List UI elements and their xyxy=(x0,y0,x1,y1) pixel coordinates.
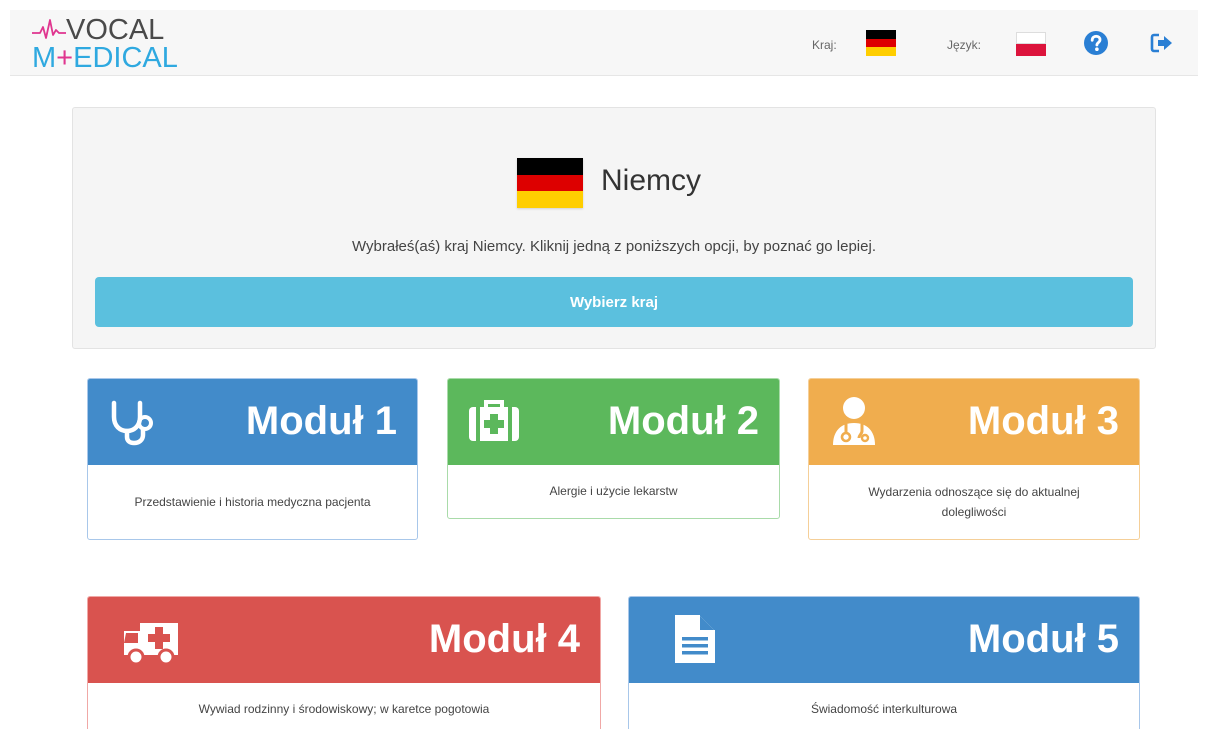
germany-flag-large xyxy=(517,158,583,208)
country-flag-germany[interactable] xyxy=(866,30,896,56)
module-4-description: Wywiad rodzinny i środowiskowy; w karetc… xyxy=(198,702,490,716)
module-2-header: Moduł 2 xyxy=(448,379,779,465)
module-5-title: Moduł 5 xyxy=(967,617,1119,661)
module-1-description: Przedstawienie i historia medyczna pacje… xyxy=(134,495,371,509)
flag-band-red xyxy=(1016,44,1046,56)
country-description: Wybrałeś(aś) kraj Niemcy. Kliknij jedną … xyxy=(352,238,876,255)
flag-band-red xyxy=(517,174,583,192)
stethoscope-icon xyxy=(111,400,153,446)
vocal-medical-logo[interactable]: VOCAL M+EDICAL xyxy=(32,14,182,76)
module-3-header: Moduł 3 xyxy=(809,379,1139,465)
flag-band-red xyxy=(866,38,896,48)
module-3-card[interactable]: Moduł 3 Wydarzenia odnoszące się do aktu… xyxy=(808,378,1140,540)
module-4-title: Moduł 4 xyxy=(428,617,580,661)
module-2-description: Alergie i użycie lekarstw xyxy=(549,484,678,498)
flag-band-gold xyxy=(866,47,896,56)
language-label: Język: xyxy=(947,38,982,52)
country-label: Kraj: xyxy=(812,38,837,52)
module-1-header: Moduł 1 xyxy=(88,379,417,465)
ambulance-icon xyxy=(124,623,178,666)
user-doctor-icon xyxy=(833,397,875,445)
sign-out-icon[interactable] xyxy=(1149,30,1175,56)
selected-country-panel: Niemcy Wybrałeś(aś) kraj Niemcy. Kliknij… xyxy=(72,107,1156,349)
module-5-card[interactable]: Moduł 5 Świadomość interkulturowa xyxy=(628,596,1140,729)
module-5-header: Moduł 5 xyxy=(629,597,1139,683)
module-3-description: Wydarzenia odnoszące się do aktualnej do… xyxy=(868,485,1080,519)
module-3-title: Moduł 3 xyxy=(967,399,1119,443)
flag-band-black xyxy=(866,30,896,39)
flag-band-black xyxy=(517,158,583,175)
logo-line-2: M+EDICAL xyxy=(32,42,178,75)
question-circle-icon[interactable] xyxy=(1083,30,1109,56)
heartbeat-icon xyxy=(32,19,66,39)
medkit-icon xyxy=(469,400,519,441)
module-1-title: Moduł 1 xyxy=(245,399,397,443)
top-navbar: VOCAL M+EDICAL Kraj: Język: xyxy=(10,10,1198,76)
language-flag-polish[interactable] xyxy=(1016,32,1046,56)
file-text-icon xyxy=(675,615,715,663)
module-2-title: Moduł 2 xyxy=(607,399,759,443)
country-name: Niemcy xyxy=(601,164,702,197)
logo-plus-text: + xyxy=(56,42,74,74)
choose-country-button[interactable]: Wybierz kraj xyxy=(95,277,1133,327)
module-5-description: Świadomość interkulturowa xyxy=(810,702,958,716)
country-heading: Niemcy xyxy=(73,156,1155,212)
module-4-card[interactable]: Moduł 4 Wywiad rodzinny i środowiskowy; … xyxy=(87,596,601,729)
logo-edical-text: EDICAL xyxy=(73,42,178,74)
flag-band-gold xyxy=(517,191,583,208)
module-4-header: Moduł 4 xyxy=(88,597,600,683)
module-2-card[interactable]: Moduł 2 Alergie i użycie lekarstw xyxy=(447,378,780,519)
logo-m-text: M xyxy=(32,42,57,74)
flag-band-white xyxy=(1016,32,1046,44)
module-1-card[interactable]: Moduł 1 Przedstawienie i historia medycz… xyxy=(87,378,418,540)
